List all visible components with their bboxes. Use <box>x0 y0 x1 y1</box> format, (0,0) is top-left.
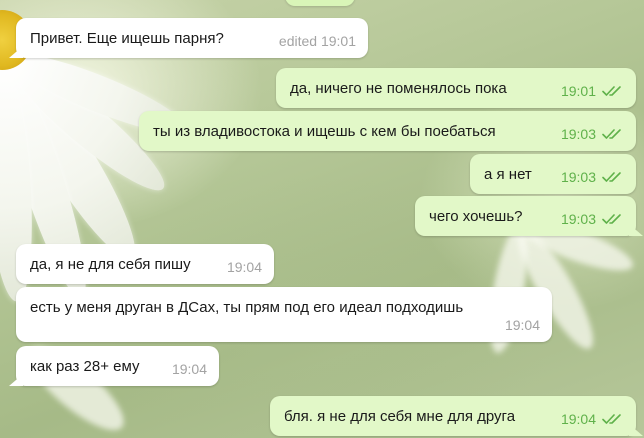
message-meta: 19:03 <box>561 211 624 227</box>
message-meta: 19:01 <box>561 83 624 99</box>
message-bubble-incoming[interactable]: да, я не для себя пишу 19:04 <box>16 244 274 284</box>
message-meta: 19:04 <box>505 317 540 333</box>
message-bubble-outgoing[interactable]: да, ничего не поменялось пока 19:01 <box>276 68 636 108</box>
message-time: 19:04 <box>504 317 540 333</box>
message-time: 19:04 <box>226 259 262 275</box>
message-meta: 19:03 <box>561 126 624 142</box>
message-bubble-incoming[interactable]: есть у меня друган в ДСах, ты прям под е… <box>16 287 552 342</box>
message-bubble-incoming[interactable]: Привет. Еще ищешь парня? edited 19:01 <box>16 18 368 58</box>
message-time: 19:03 <box>560 211 596 227</box>
double-check-icon <box>602 129 621 139</box>
chat-background: Привет. Еще ищешь парня? edited 19:01 да… <box>0 0 644 438</box>
double-check-icon <box>602 172 621 182</box>
double-check-icon <box>602 214 621 224</box>
message-text: ты из владивостока и ищешь с кем бы поеб… <box>153 123 496 140</box>
double-check-icon <box>602 414 621 424</box>
message-bubble-outgoing[interactable]: чего хочешь? 19:03 <box>415 196 636 236</box>
message-text: как раз 28+ ему <box>30 358 140 375</box>
double-check-icon <box>602 86 621 96</box>
message-text: да, ничего не поменялось пока <box>290 80 507 97</box>
message-text: есть у меня друган в ДСах, ты прям под е… <box>30 299 464 316</box>
message-bubble-outgoing[interactable]: ты из владивостока и ищешь с кем бы поеб… <box>139 111 636 151</box>
message-bubble-outgoing[interactable]: бля. я не для себя мне для друга 19:04 <box>270 396 636 436</box>
message-time: 19:03 <box>560 169 596 185</box>
message-meta: 19:03 <box>561 169 624 185</box>
message-bubble-outgoing[interactable]: а я нет 19:03 <box>470 154 636 194</box>
message-text: чего хочешь? <box>429 208 523 225</box>
message-time: 19:03 <box>560 126 596 142</box>
message-text: Привет. Еще ищешь парня? <box>30 30 224 47</box>
message-meta: 19:04 <box>172 361 207 377</box>
message-time: edited 19:01 <box>278 33 356 49</box>
message-text: а я нет <box>484 166 532 183</box>
message-bubble-incoming[interactable]: как раз 28+ ему 19:04 <box>16 346 219 386</box>
message-meta: 19:04 <box>227 259 262 275</box>
message-time: 19:04 <box>171 361 207 377</box>
message-meta: edited 19:01 <box>279 33 356 49</box>
message-text: да, я не для себя пишу <box>30 256 191 273</box>
message-meta: 19:04 <box>561 411 624 427</box>
previous-message-edge <box>285 0 355 6</box>
message-time: 19:01 <box>560 83 596 99</box>
message-text: бля. я не для себя мне для друга <box>284 408 516 425</box>
message-time: 19:04 <box>560 411 596 427</box>
